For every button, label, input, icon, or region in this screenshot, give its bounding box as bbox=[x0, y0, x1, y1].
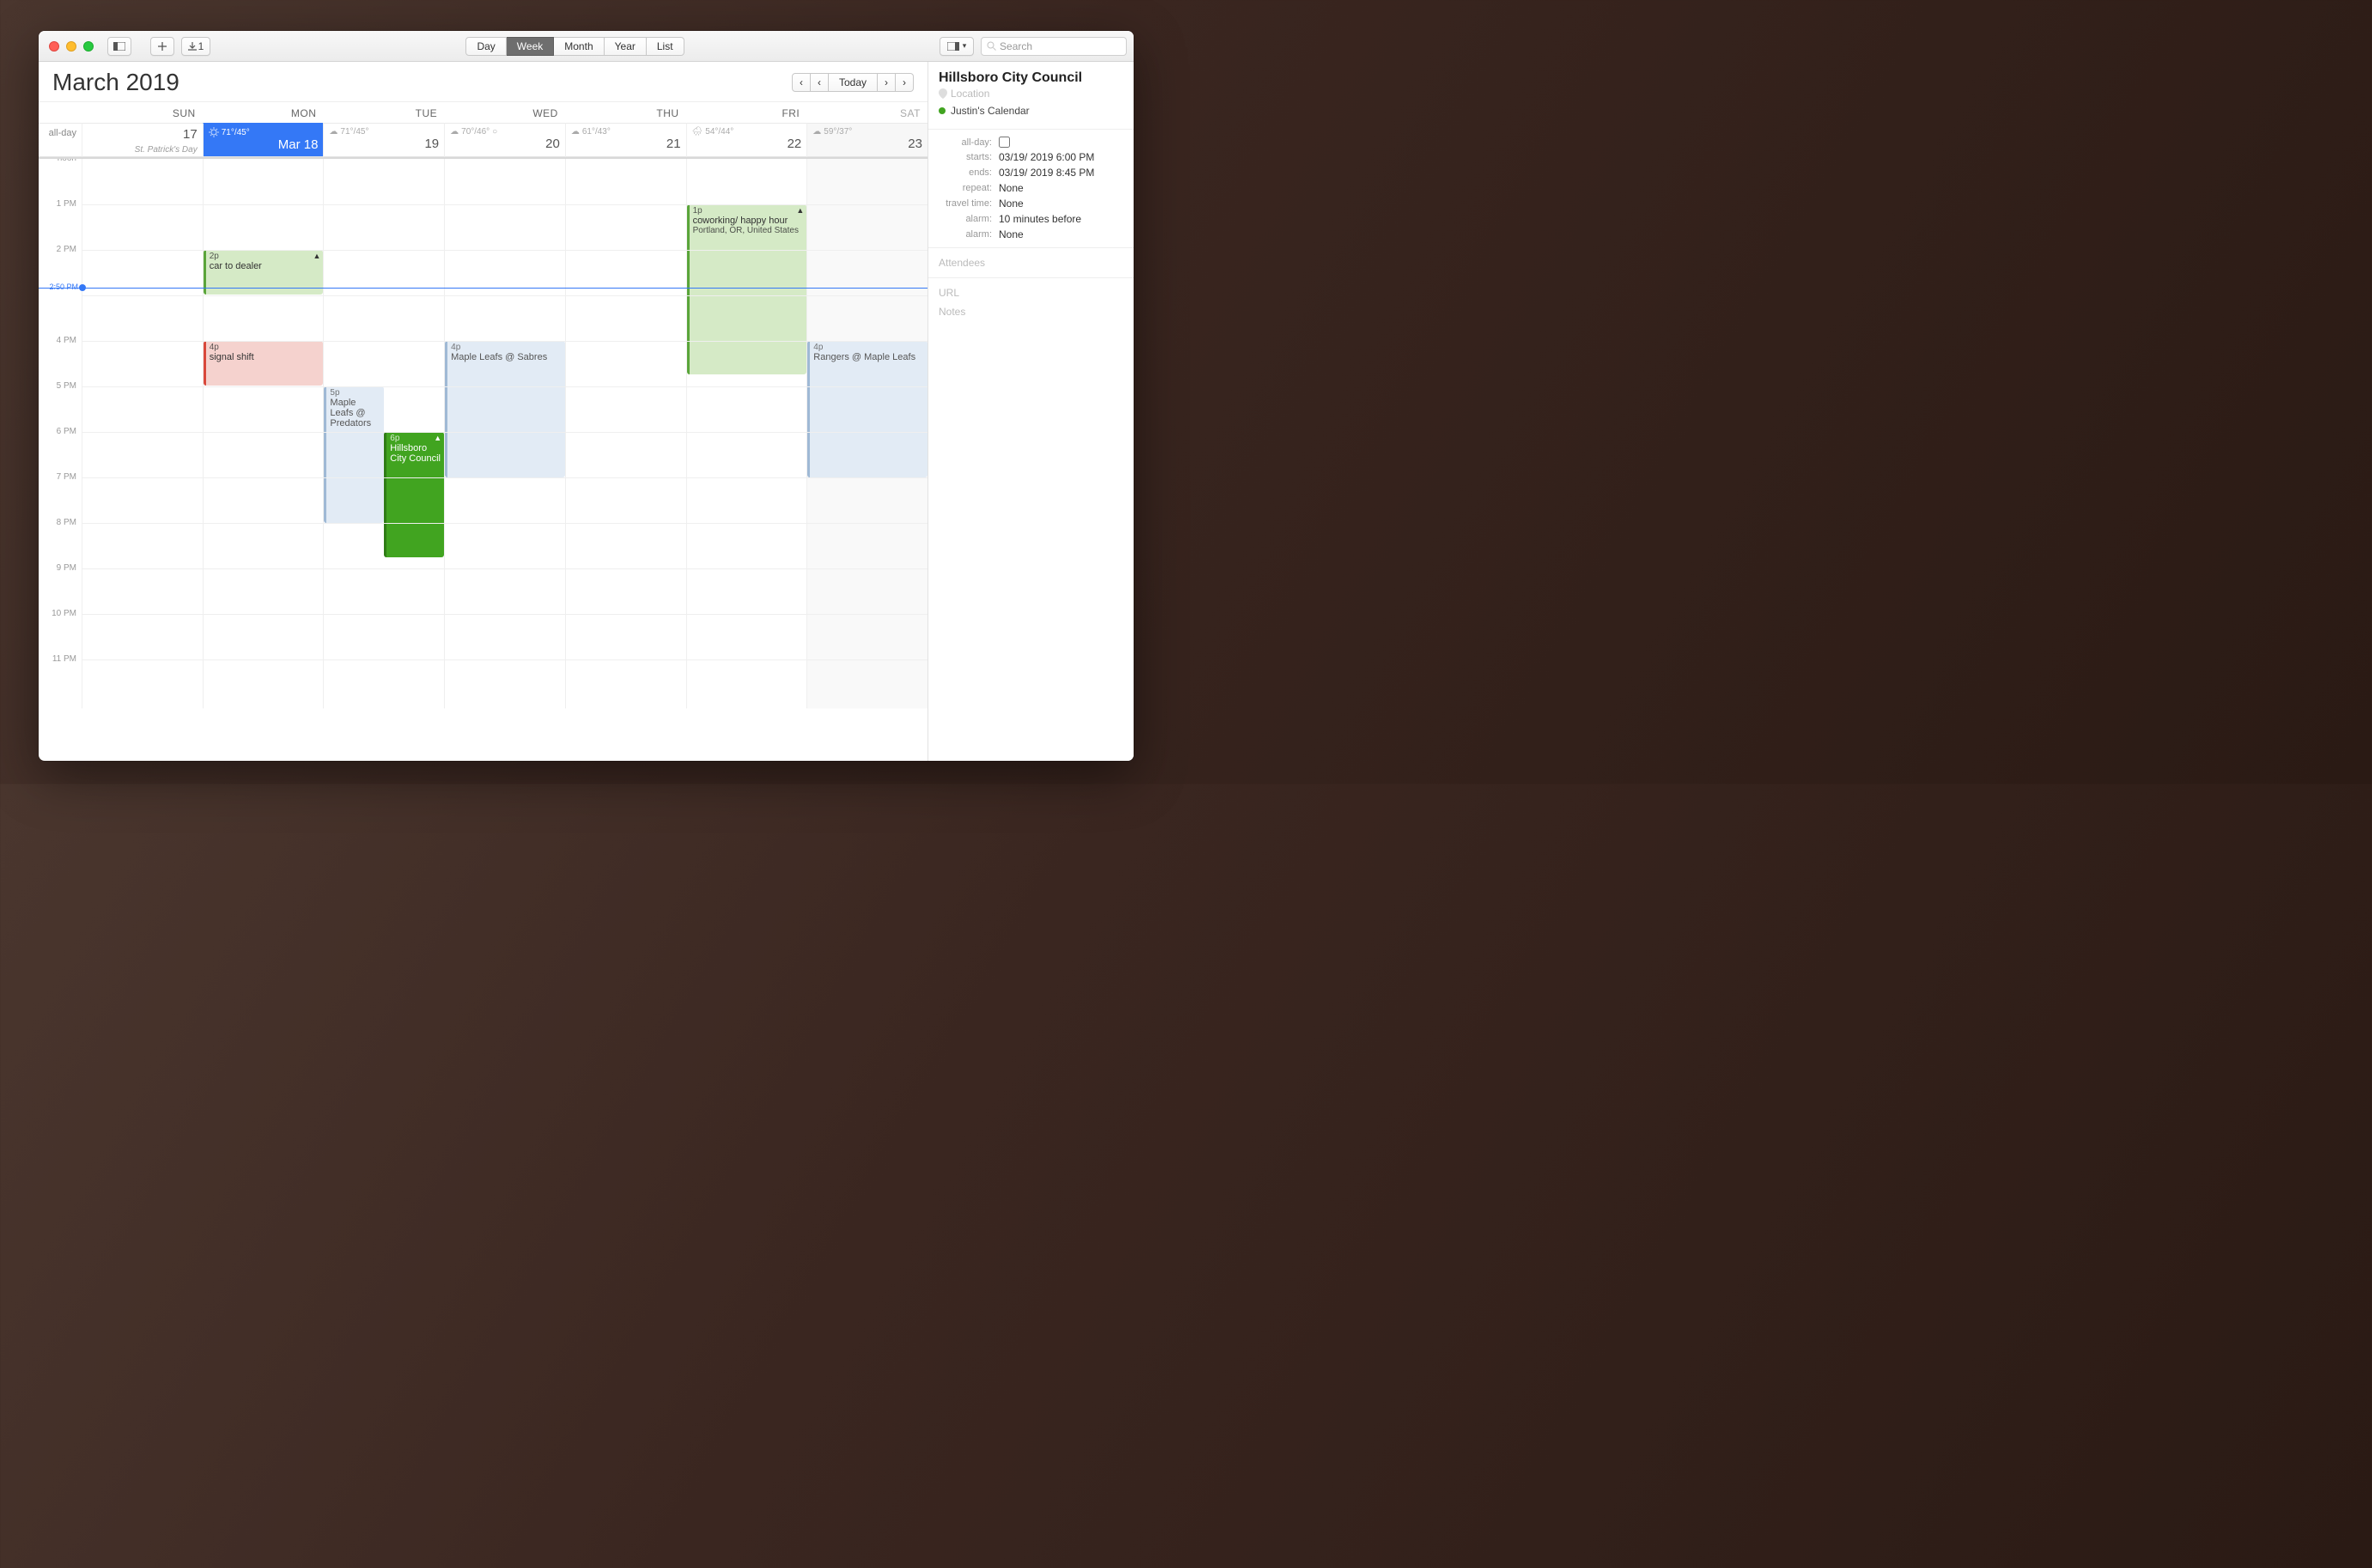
weekday-fri: FRI bbox=[686, 102, 807, 123]
nav-today[interactable]: Today bbox=[829, 73, 878, 92]
field-travel[interactable]: travel time:None bbox=[939, 196, 1123, 211]
view-segmented: Day Week Month Year List bbox=[465, 37, 684, 56]
event-calendar[interactable]: Justin's Calendar bbox=[939, 105, 1123, 117]
downloads-button[interactable]: 1 bbox=[181, 37, 210, 56]
calendar-pane: March 2019 ‹ ‹ Today › › SUN MON TUE WED… bbox=[39, 62, 928, 761]
day-col-4[interactable]: ☁ 61°/43° 21 bbox=[565, 123, 686, 157]
weather-icon: ☁ 71°/45° bbox=[329, 127, 439, 137]
nav-next-week[interactable]: › bbox=[896, 73, 914, 92]
bell-icon: ▲ bbox=[313, 252, 321, 260]
weekday-sat: SAT bbox=[806, 102, 928, 123]
day-grid-col-2[interactable]: 5p Maple Leafs @ Predators 6p▲ Hillsboro… bbox=[323, 159, 444, 708]
time-label: 4 PM bbox=[39, 336, 82, 345]
weekday-thu: THU bbox=[565, 102, 686, 123]
weekday-tue: TUE bbox=[323, 102, 444, 123]
field-starts[interactable]: starts:03/19/ 2019 6:00 PM bbox=[939, 149, 1123, 165]
holiday-label: St. Patrick's Day bbox=[135, 145, 198, 155]
weekday-wed: WED bbox=[444, 102, 565, 123]
url-field[interactable]: URL bbox=[939, 283, 1123, 302]
window-controls bbox=[46, 41, 100, 52]
weekday-sun: SUN bbox=[82, 102, 203, 123]
page-title: March 2019 bbox=[52, 69, 179, 96]
close-icon[interactable] bbox=[49, 41, 59, 52]
day-grid-col-6[interactable]: 4p Rangers @ Maple Leafs bbox=[806, 159, 928, 708]
event-block[interactable]: 5p Maple Leafs @ Predators bbox=[324, 386, 384, 523]
nav-next-day[interactable]: › bbox=[878, 73, 896, 92]
day-grid-col-1[interactable]: 2p▲ car to dealer 4p signal shift bbox=[203, 159, 324, 708]
sidebar-toggle[interactable] bbox=[107, 37, 131, 56]
day-col-0[interactable]: 17 St. Patrick's Day bbox=[82, 123, 203, 157]
time-label: 5 PM bbox=[39, 381, 82, 391]
view-month[interactable]: Month bbox=[554, 37, 604, 56]
bell-icon: ▲ bbox=[796, 206, 804, 215]
day-grid-col-5[interactable]: 1p▲ coworking/ happy hourPortland, OR, U… bbox=[686, 159, 807, 708]
weather-icon: ☁ 59°/37° bbox=[812, 127, 922, 137]
view-day[interactable]: Day bbox=[465, 37, 506, 56]
weather-icon: 🌧 54°/44° bbox=[692, 127, 802, 137]
day-grid-col-4[interactable] bbox=[565, 159, 686, 708]
downloads-count: 1 bbox=[198, 40, 204, 52]
weather-icon: 71°/45° bbox=[209, 127, 319, 137]
field-ends[interactable]: ends:03/19/ 2019 8:45 PM bbox=[939, 165, 1123, 180]
event-block[interactable]: 4p Rangers @ Maple Leafs bbox=[807, 341, 928, 477]
field-allday[interactable]: all-day: bbox=[939, 135, 1123, 149]
calendar-header: March 2019 ‹ ‹ Today › › bbox=[39, 62, 928, 102]
now-indicator: 2:50 PM bbox=[39, 288, 928, 289]
inspector-toggle[interactable]: ▾ bbox=[940, 37, 974, 56]
day-col-2[interactable]: ☁ 71°/45° 19 bbox=[323, 123, 444, 157]
day-col-5[interactable]: 🌧 54°/44° 22 bbox=[686, 123, 807, 157]
event-location[interactable]: Location bbox=[939, 88, 1123, 100]
event-block[interactable]: 4p signal shift bbox=[204, 341, 324, 386]
time-label: 9 PM bbox=[39, 563, 82, 573]
time-label: 8 PM bbox=[39, 518, 82, 527]
field-alarm2[interactable]: alarm:None bbox=[939, 227, 1123, 242]
search-input[interactable]: Search bbox=[981, 37, 1127, 56]
weekday-row: SUN MON TUE WED THU FRI SAT bbox=[39, 102, 928, 123]
time-label: 7 PM bbox=[39, 472, 82, 482]
allday-row: all-day 17 St. Patrick's Day 71°/45° Mar… bbox=[39, 123, 928, 157]
cal-color-dot bbox=[939, 107, 946, 114]
time-label: 1 PM bbox=[39, 199, 82, 209]
time-label: noon bbox=[39, 157, 82, 163]
grid[interactable]: noon 1 PM 2 PM 4 PM 5 PM 6 PM 7 PM 8 PM 9 PM 10 P… bbox=[39, 157, 928, 761]
weather-icon: ☁ 61°/43° bbox=[571, 127, 681, 137]
view-year[interactable]: Year bbox=[605, 37, 647, 56]
weekday-mon: MON bbox=[203, 102, 324, 123]
allday-label: all-day bbox=[39, 123, 82, 157]
day-col-3[interactable]: ☁ 70°/46° ○ 20 bbox=[444, 123, 565, 157]
time-label: 11 PM bbox=[39, 654, 82, 664]
time-label: 10 PM bbox=[39, 609, 82, 618]
calendar-window: 1 Day Week Month Year List ▾ Search Marc… bbox=[39, 31, 1134, 761]
location-icon bbox=[939, 88, 947, 99]
time-label: 2 PM bbox=[39, 245, 82, 254]
zoom-icon[interactable] bbox=[83, 41, 94, 52]
event-block[interactable]: 1p▲ coworking/ happy hourPortland, OR, U… bbox=[687, 204, 807, 374]
day-grid-col-3[interactable]: 4p Maple Leafs @ Sabres bbox=[444, 159, 565, 708]
minimize-icon[interactable] bbox=[66, 41, 76, 52]
inspector-pane: Hillsboro City Council Location Justin's… bbox=[928, 62, 1134, 761]
weather-icon: ☁ 70°/46° ○ bbox=[450, 127, 560, 137]
bell-icon: ▲ bbox=[434, 434, 441, 442]
view-week[interactable]: Week bbox=[507, 37, 554, 56]
notes-field[interactable]: Notes bbox=[939, 302, 1123, 321]
time-label: 6 PM bbox=[39, 427, 82, 436]
search-placeholder: Search bbox=[1000, 40, 1032, 52]
day-col-1[interactable]: 71°/45° Mar 18 bbox=[203, 123, 324, 157]
view-list[interactable]: List bbox=[647, 37, 684, 56]
event-block[interactable]: 4p Maple Leafs @ Sabres bbox=[445, 341, 565, 477]
search-icon bbox=[987, 41, 996, 51]
attendees-field[interactable]: Attendees bbox=[939, 253, 1123, 272]
allday-checkbox[interactable] bbox=[999, 137, 1010, 148]
toolbar: 1 Day Week Month Year List ▾ Search bbox=[39, 31, 1134, 62]
nav-prev-day[interactable]: ‹ bbox=[811, 73, 829, 92]
add-button[interactable] bbox=[150, 37, 174, 56]
day-grid-col-0[interactable] bbox=[82, 159, 203, 708]
field-repeat[interactable]: repeat:None bbox=[939, 180, 1123, 196]
nav-prev-week[interactable]: ‹ bbox=[792, 73, 811, 92]
field-alarm1[interactable]: alarm:10 minutes before bbox=[939, 211, 1123, 227]
event-block[interactable]: 6p▲ Hillsboro City Council bbox=[384, 432, 444, 557]
event-title[interactable]: Hillsboro City Council bbox=[939, 70, 1123, 86]
day-col-6[interactable]: ☁ 59°/37° 23 bbox=[806, 123, 928, 157]
week-nav: ‹ ‹ Today › › bbox=[792, 73, 914, 92]
